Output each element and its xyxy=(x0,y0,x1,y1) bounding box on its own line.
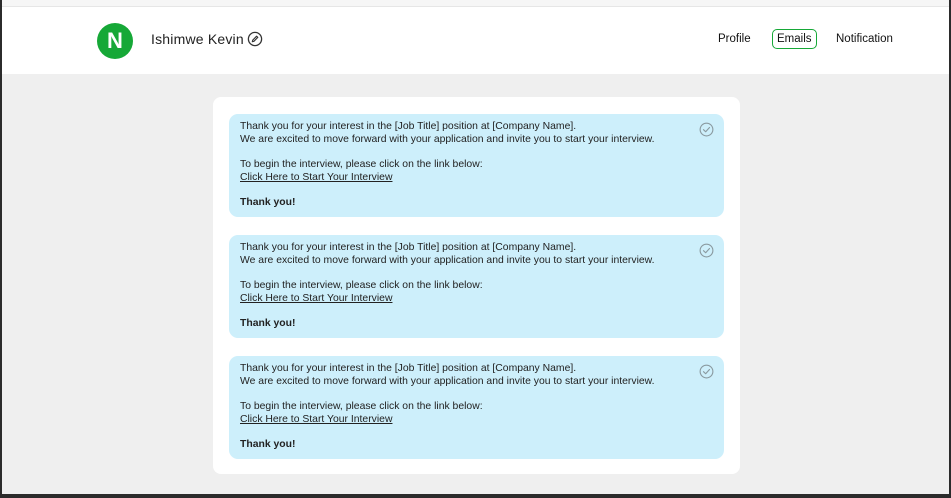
email-closing: Thank you! xyxy=(240,197,296,208)
start-interview-link[interactable]: Click Here to Start Your Interview xyxy=(240,414,392,425)
email-line-intro: Thank you for your interest in the [Job … xyxy=(240,363,577,374)
email-card[interactable]: Thank you for your interest in the [Job … xyxy=(229,356,724,459)
edit-icon[interactable] xyxy=(247,31,263,47)
email-line-invite: We are excited to move forward with your… xyxy=(240,376,655,387)
header-bar: N Ishimwe Kevin Profile Emails Notificat… xyxy=(2,7,949,74)
email-line-invite: We are excited to move forward with your… xyxy=(240,255,655,266)
email-closing: Thank you! xyxy=(240,439,296,450)
avatar[interactable]: N xyxy=(97,23,133,59)
email-line-intro: Thank you for your interest in the [Job … xyxy=(240,242,577,253)
user-name: Ishimwe Kevin xyxy=(151,31,244,47)
check-circle-icon[interactable] xyxy=(699,122,714,137)
nav-emails[interactable]: Emails xyxy=(772,29,817,49)
email-card[interactable]: Thank you for your interest in the [Job … xyxy=(229,235,724,338)
start-interview-link[interactable]: Click Here to Start Your Interview xyxy=(240,172,392,183)
email-line-invite: We are excited to move forward with your… xyxy=(240,134,655,145)
email-line-instruction: To begin the interview, please click on … xyxy=(240,401,483,412)
emails-panel: Thank you for your interest in the [Job … xyxy=(213,97,740,474)
email-line-intro: Thank you for your interest in the [Job … xyxy=(240,121,577,132)
email-line-instruction: To begin the interview, please click on … xyxy=(240,159,483,170)
top-strip xyxy=(2,0,949,7)
start-interview-link[interactable]: Click Here to Start Your Interview xyxy=(240,293,392,304)
nav-notification[interactable]: Notification xyxy=(836,33,893,45)
nav-profile[interactable]: Profile xyxy=(718,33,751,45)
check-circle-icon[interactable] xyxy=(699,364,714,379)
check-circle-icon[interactable] xyxy=(699,243,714,258)
email-closing: Thank you! xyxy=(240,318,296,329)
email-line-instruction: To begin the interview, please click on … xyxy=(240,280,483,291)
app-window: N Ishimwe Kevin Profile Emails Notificat… xyxy=(2,0,949,494)
email-card[interactable]: Thank you for your interest in the [Job … xyxy=(229,114,724,217)
